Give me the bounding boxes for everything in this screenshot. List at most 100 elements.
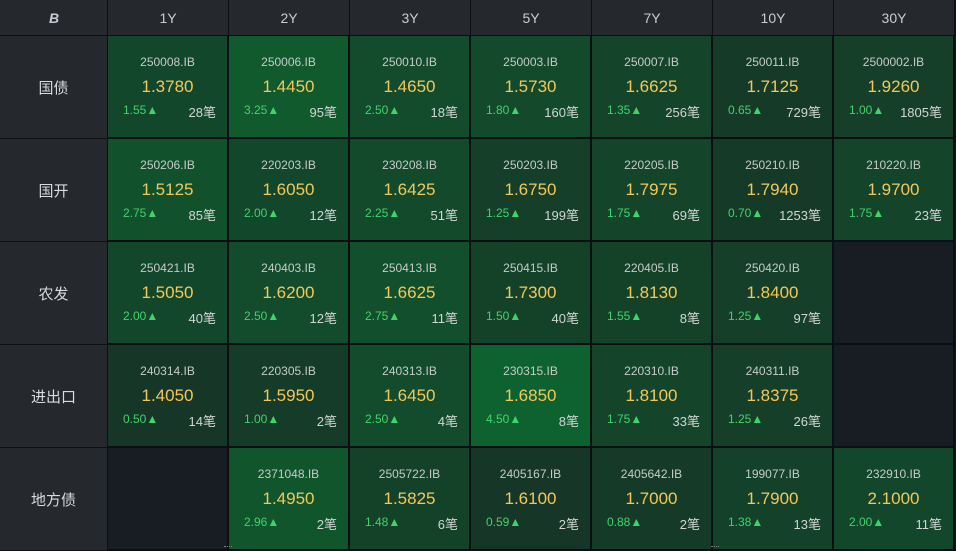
bond-cell[interactable]: 230208.IB 1.6425 2.25▲ 51笔 — [350, 139, 471, 242]
column-header-7y[interactable]: 7Y — [592, 0, 713, 36]
yield-change: 1.80▲ — [486, 103, 522, 117]
bond-cell[interactable]: 220405.IB 1.8130 1.55▲ 8笔 — [592, 242, 713, 345]
bond-cell[interactable]: 240311.IB 1.8375 1.25▲ 26笔 — [713, 345, 834, 448]
trade-count: 160笔 — [544, 105, 579, 120]
trade-count: 33笔 — [672, 414, 700, 429]
bond-cell[interactable]: 250203.IB 1.6750 1.25▲ 199笔 — [471, 139, 592, 242]
yield-change: 2.96▲ — [244, 515, 280, 529]
trade-count: 14笔 — [188, 414, 216, 429]
bond-cell[interactable]: 240313.IB 1.6450 2.50▲ 4笔 — [350, 345, 471, 448]
column-header-1y[interactable]: 1Y — [108, 0, 229, 36]
bond-cell[interactable]: 250007.IB 1.6625 1.35▲ 256笔 — [592, 36, 713, 139]
bond-cell[interactable]: 250206.IB 1.5125 2.75▲ 85笔 — [108, 139, 229, 242]
bond-cell[interactable]: 220205.IB 1.7975 1.75▲ 69笔 — [592, 139, 713, 242]
yield-change: 1.25▲ — [728, 309, 764, 323]
bond-cell[interactable]: 220305.IB 1.5950 1.00▲ 2笔 — [229, 345, 350, 448]
yield-change: 1.75▲ — [849, 206, 885, 220]
yield-change: 2.00▲ — [123, 309, 159, 323]
bond-cell[interactable]: 250006.IB 1.4450 3.25▲ 95笔 — [229, 36, 350, 139]
trade-count: 4笔 — [437, 414, 458, 429]
yield-change: 0.59▲ — [486, 515, 522, 529]
bond-yield: 1.5825 — [383, 489, 436, 508]
yield-change: 1.55▲ — [123, 103, 159, 117]
trade-count: 2笔 — [316, 517, 337, 532]
trade-count: 199笔 — [544, 208, 579, 223]
bond-cell[interactable]: 250420.IB 1.8400 1.25▲ 97笔 — [713, 242, 834, 345]
bond-yield: 1.6625 — [383, 283, 436, 302]
bond-cell[interactable]: 220310.IB 1.8100 1.75▲ 33笔 — [592, 345, 713, 448]
bond-yield: 1.6050 — [262, 180, 315, 199]
resize-handle-right[interactable] — [711, 546, 719, 550]
bond-code: 250210.IB — [745, 158, 800, 172]
bond-code: 220405.IB — [624, 261, 679, 275]
bond-code: 232910.IB — [866, 467, 921, 481]
bond-cell[interactable]: 250421.IB 1.5050 2.00▲ 40笔 — [108, 242, 229, 345]
bond-code: 2500002.IB — [862, 55, 925, 69]
yield-change: 1.48▲ — [365, 515, 401, 529]
bond-cell[interactable]: 2505722.IB 1.5825 1.48▲ 6笔 — [350, 448, 471, 551]
bond-cell[interactable]: 2405642.IB 1.7000 0.88▲ 2笔 — [592, 448, 713, 551]
bond-cell[interactable]: 250011.IB 1.7125 0.65▲ 729笔 — [713, 36, 834, 139]
trade-count: 85笔 — [188, 208, 216, 223]
trade-count: 51笔 — [430, 208, 458, 223]
bond-yield: 1.7900 — [746, 489, 799, 508]
bond-cell[interactable]: 250415.IB 1.7300 1.50▲ 40笔 — [471, 242, 592, 345]
corner-cell: B — [0, 0, 108, 36]
bond-yield: 1.4950 — [262, 489, 315, 508]
column-header-30y[interactable]: 30Y — [834, 0, 955, 36]
yield-change: 2.00▲ — [849, 515, 885, 529]
trade-count: 8笔 — [679, 311, 700, 326]
yield-change: 0.88▲ — [607, 515, 643, 529]
bond-cell[interactable]: 240403.IB 1.6200 2.50▲ 12笔 — [229, 242, 350, 345]
bond-yield: 1.7000 — [625, 489, 678, 508]
bond-yield: 1.3780 — [141, 77, 194, 96]
bond-cell[interactable]: 210220.IB 1.9700 1.75▲ 23笔 — [834, 139, 955, 242]
trade-count: 26笔 — [793, 414, 821, 429]
row-label: 地方债 — [0, 448, 108, 551]
column-header-2y[interactable]: 2Y — [229, 0, 350, 36]
column-header-10y[interactable]: 10Y — [713, 0, 834, 36]
bond-code: 250011.IB — [745, 55, 800, 69]
column-header-5y[interactable]: 5Y — [471, 0, 592, 36]
logo-icon: B — [48, 9, 59, 26]
bond-code: 250007.IB — [624, 55, 679, 69]
bond-yield: 1.6100 — [504, 489, 557, 508]
bond-yield: 1.6750 — [504, 180, 557, 199]
row-label: 国债 — [0, 36, 108, 139]
trade-count: 69笔 — [672, 208, 700, 223]
bond-yield: 1.4450 — [262, 77, 315, 96]
bond-cell[interactable]: 199077.IB 1.7900 1.38▲ 13笔 — [713, 448, 834, 551]
trade-count: 13笔 — [793, 517, 821, 532]
bond-cell[interactable]: 250003.IB 1.5730 1.80▲ 160笔 — [471, 36, 592, 139]
bond-cell[interactable]: 240314.IB 1.4050 0.50▲ 14笔 — [108, 345, 229, 448]
bond-cell[interactable]: 2500002.IB 1.9260 1.00▲ 1805笔 — [834, 36, 955, 139]
bond-code: 220205.IB — [624, 158, 679, 172]
bond-cell[interactable]: 2371048.IB 1.4950 2.96▲ 2笔 — [229, 448, 350, 551]
yield-change: 0.50▲ — [123, 412, 159, 426]
bond-cell[interactable]: 250210.IB 1.7940 0.70▲ 1253笔 — [713, 139, 834, 242]
bond-cell[interactable]: 232910.IB 2.1000 2.00▲ 11笔 — [834, 448, 955, 551]
bond-yield: 1.5730 — [504, 77, 557, 96]
bond-cell[interactable]: 250413.IB 1.6625 2.75▲ 11笔 — [350, 242, 471, 345]
yield-change: 1.35▲ — [607, 103, 643, 117]
trade-count: 23笔 — [914, 208, 942, 223]
trade-count: 40笔 — [551, 311, 579, 326]
trade-count: 18笔 — [430, 105, 458, 120]
yield-change: 1.50▲ — [486, 309, 522, 323]
bond-yield: 1.7125 — [746, 77, 799, 96]
bond-cell[interactable]: 250008.IB 1.3780 1.55▲ 28笔 — [108, 36, 229, 139]
bond-yield: 1.6425 — [383, 180, 436, 199]
bond-code: 220305.IB — [261, 364, 316, 378]
yield-change: 1.25▲ — [486, 206, 522, 220]
resize-handle-left[interactable] — [224, 546, 232, 550]
bond-cell[interactable]: 2405167.IB 1.6100 0.59▲ 2笔 — [471, 448, 592, 551]
yield-change: 2.50▲ — [365, 412, 401, 426]
bond-cell[interactable]: 230315.IB 1.6850 4.50▲ 8笔 — [471, 345, 592, 448]
bond-yield: 1.6625 — [625, 77, 678, 96]
column-header-3y[interactable]: 3Y — [350, 0, 471, 36]
bond-cell[interactable]: 220203.IB 1.6050 2.00▲ 12笔 — [229, 139, 350, 242]
bond-yield: 1.5125 — [141, 180, 194, 199]
bond-code: 230208.IB — [382, 158, 437, 172]
bond-cell[interactable]: 250010.IB 1.4650 2.50▲ 18笔 — [350, 36, 471, 139]
bond-code: 250206.IB — [140, 158, 195, 172]
